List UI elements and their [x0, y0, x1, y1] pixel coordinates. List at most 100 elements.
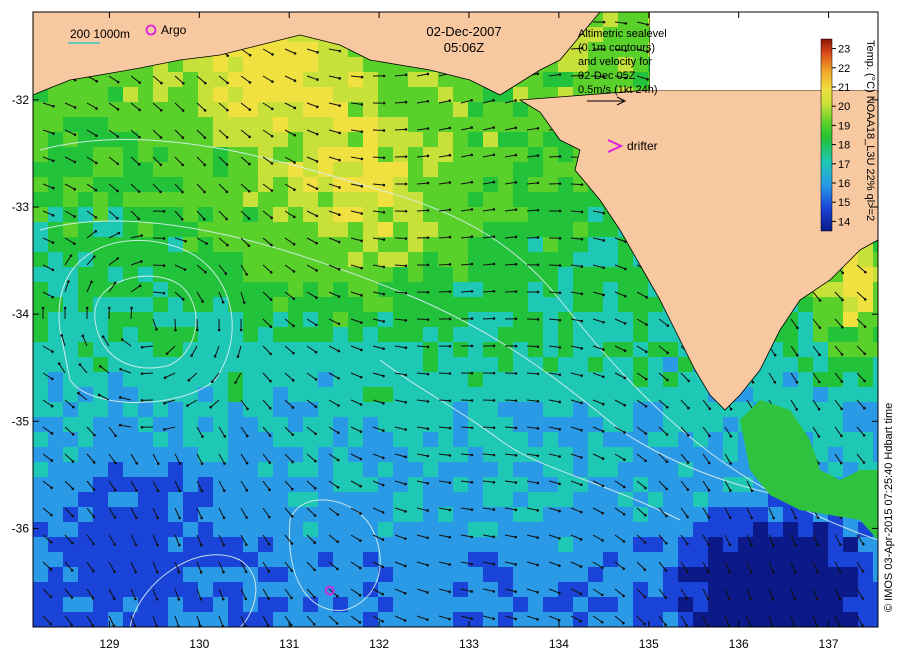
velocity-arrow-head [360, 266, 363, 270]
velocity-arrow-head [52, 132, 55, 135]
sst-cell [798, 597, 814, 613]
sst-cell [273, 252, 289, 268]
sst-cell [498, 327, 514, 343]
sst-cell [138, 462, 154, 478]
sst-cell [333, 612, 349, 627]
sst-cell [183, 297, 199, 313]
velocity-arrow-head [289, 623, 293, 627]
sst-cell [243, 552, 259, 568]
sst-cell [513, 567, 529, 583]
sst-cell [603, 552, 619, 568]
sst-cell [153, 342, 169, 358]
velocity-arrow-head [382, 456, 385, 460]
sst-cell [198, 192, 214, 208]
sst-cell [213, 447, 229, 463]
sst-cell [483, 162, 499, 178]
sst-cell [588, 327, 604, 343]
sst-cell [708, 567, 724, 583]
velocity-arrow-head [187, 378, 191, 382]
sst-cell [33, 162, 49, 178]
sst-cell [378, 447, 394, 463]
sst-cell [378, 507, 394, 523]
velocity-arrow-head [381, 483, 385, 487]
velocity-arrow-head [600, 620, 604, 624]
velocity-arrow-head [71, 433, 75, 436]
sst-cell [333, 327, 349, 343]
sst-cell [393, 507, 409, 523]
sst-cell [843, 447, 859, 463]
sst-cell [198, 417, 214, 433]
sst-cell [768, 522, 784, 538]
velocity-arrow-head [470, 98, 473, 102]
sst-cell [63, 177, 79, 193]
sst-cell [318, 102, 334, 118]
velocity-arrow-head [335, 622, 339, 625]
velocity-arrow-head [315, 296, 318, 299]
sst-cell [588, 207, 604, 223]
sst-cell [183, 567, 199, 583]
sst-cell [168, 87, 184, 103]
velocity-arrow-head [426, 127, 430, 130]
sst-cell [333, 312, 349, 328]
lon-tick-label: 134 [549, 637, 569, 651]
sst-cell [858, 312, 874, 328]
colorbar-tick-label: 19 [838, 120, 850, 132]
sst-cell [363, 417, 379, 433]
velocity-arrow-head [52, 159, 55, 163]
velocity-arrow-head [138, 108, 141, 112]
velocity-arrow-head [558, 291, 562, 295]
velocity-arrow-head [291, 487, 294, 491]
sst-cell [363, 102, 379, 118]
sst-cell [228, 192, 244, 208]
sst-cell [498, 207, 514, 223]
sst-cell [183, 207, 199, 223]
velocity-arrow-head [470, 153, 474, 157]
sst-cell [678, 372, 694, 388]
velocity-arrow-head [178, 543, 181, 547]
sst-cell [93, 567, 109, 583]
sst-cell [468, 492, 484, 508]
sst-cell [783, 552, 799, 568]
sst-cell [288, 102, 304, 118]
velocity-arrow-head [135, 462, 139, 465]
sst-cell [798, 357, 814, 373]
sst-cell [618, 597, 634, 613]
sst-cell [228, 417, 244, 433]
sst-cell [573, 522, 589, 538]
velocity-arrow-head [448, 372, 452, 375]
velocity-arrow-head [557, 591, 561, 595]
velocity-arrow-head [49, 622, 52, 626]
sst-cell [363, 582, 379, 598]
sst-cell [573, 612, 589, 627]
sst-cell [543, 297, 559, 313]
velocity-arrow-head [664, 569, 668, 572]
sst-cell [528, 117, 544, 133]
sst-cell [48, 117, 64, 133]
sst-cell [318, 522, 334, 538]
velocity-arrow-head [181, 81, 185, 85]
velocity-arrow-head [580, 347, 584, 350]
sst-cell [438, 372, 454, 388]
sst-cell [273, 207, 289, 223]
sst-cell [558, 222, 574, 238]
velocity-arrow-head [204, 81, 207, 85]
sst-cell [498, 372, 514, 388]
sst-cell [633, 582, 649, 598]
sst-cell [408, 102, 424, 118]
sst-cell [483, 147, 499, 163]
sst-cell [393, 102, 409, 118]
sst-cell [243, 72, 259, 88]
velocity-arrow-head [163, 401, 166, 405]
velocity-arrow-head [622, 594, 625, 598]
sst-cell [408, 342, 424, 358]
velocity-arrow-head [771, 570, 775, 574]
sst-cell [303, 507, 319, 523]
velocity-arrow [152, 264, 165, 267]
sst-cell [393, 147, 409, 163]
sst-cell [198, 72, 214, 88]
velocity-arrow-head [245, 543, 248, 546]
velocity-arrow-head [749, 597, 753, 601]
sst-cell [318, 477, 334, 493]
sst-cell [153, 357, 169, 373]
velocity-arrow-head [245, 516, 248, 519]
